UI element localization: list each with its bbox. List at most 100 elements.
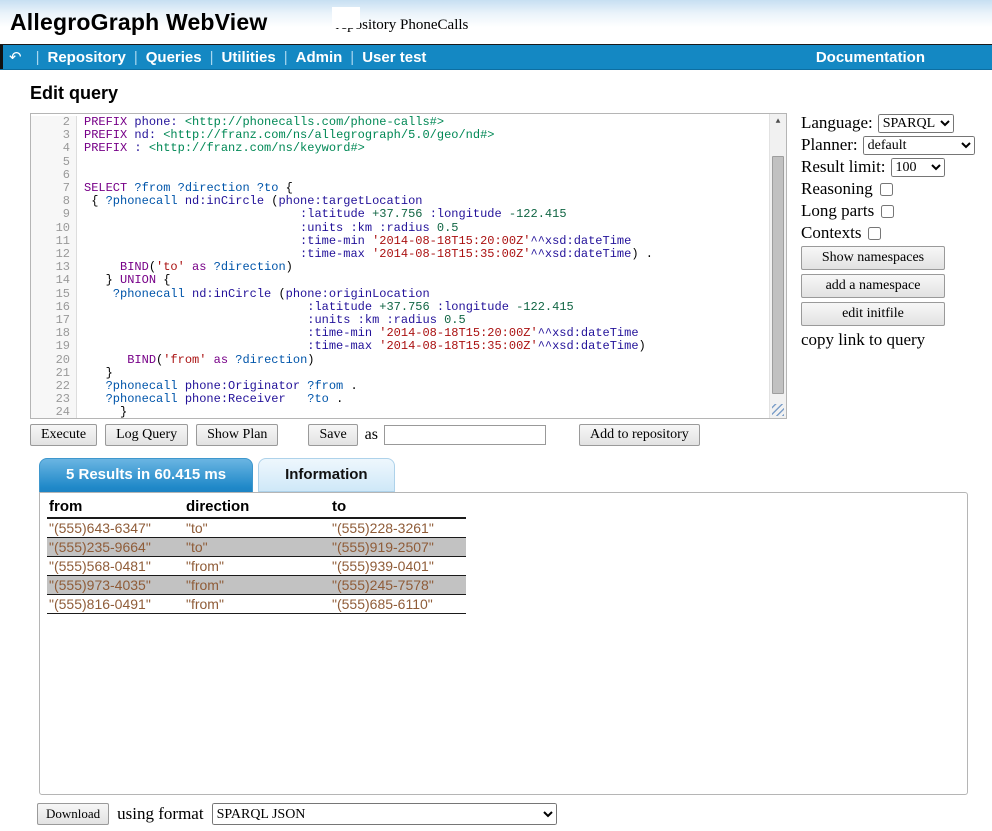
execute-button[interactable]: Execute — [30, 424, 97, 446]
table-cell: "(555)685-6110" — [330, 595, 466, 614]
show-plan-button[interactable]: Show Plan — [196, 424, 278, 446]
option-checkbox-contexts[interactable] — [868, 227, 881, 240]
download-row: Download using format SPARQL JSON — [37, 803, 968, 825]
line-number: 9 — [31, 208, 77, 221]
sidebar-buttons: Show namespaces add a namespace edit initf… — [801, 246, 975, 326]
result-limit-select[interactable]: 100 — [891, 158, 945, 177]
table-cell: "(555)919-2507" — [330, 538, 466, 557]
nav-separator: | — [36, 49, 40, 66]
editor-line: 4PREFIX : <http://franz.com/ns/keyword#> — [31, 142, 786, 155]
editor-lines: 2PREFIX phone: <http://phonecalls.com/ph… — [31, 114, 786, 419]
nav-item-user-test[interactable]: User test — [362, 49, 426, 66]
table-cell: "(555)643-6347" — [47, 518, 184, 538]
table-cell: "from" — [184, 595, 330, 614]
option-label-reasoning: Reasoning — [801, 179, 873, 199]
planner-select[interactable]: default — [863, 136, 975, 155]
line-number: 11 — [31, 235, 77, 248]
option-checkboxes: ReasoningLong partsContexts — [801, 179, 975, 243]
line-number: 23 — [31, 393, 77, 406]
table-row: "(555)643-6347""to""(555)228-3261" — [47, 518, 466, 538]
tab-information[interactable]: Information — [258, 458, 395, 492]
scrollbar-up-arrow-icon[interactable]: ▲ — [770, 114, 786, 129]
results-panel: fromdirectionto "(555)643-6347""to""(555… — [39, 492, 968, 795]
table-cell: "from" — [184, 557, 330, 576]
table-cell: "(555)816-0491" — [47, 595, 184, 614]
scrollbar-thumb[interactable] — [772, 156, 784, 394]
column-header-to: to — [330, 496, 466, 518]
add-to-repository-button[interactable]: Add to repository — [579, 424, 700, 446]
option-label-contexts: Contexts — [801, 223, 861, 243]
table-cell: "(555)939-0401" — [330, 557, 466, 576]
using-format-label: using format — [117, 804, 203, 824]
column-header-from: from — [47, 496, 184, 518]
line-number: 6 — [31, 169, 77, 182]
table-row: "(555)816-0491""from""(555)685-6110" — [47, 595, 466, 614]
query-options-sidebar: Language: SPARQL Planner: default Result… — [801, 113, 975, 446]
column-header-direction: direction — [184, 496, 330, 518]
nav-item-admin[interactable]: Admin — [296, 49, 343, 66]
save-button[interactable]: Save — [308, 424, 357, 446]
line-number: 10 — [31, 222, 77, 235]
table-cell: "to" — [184, 538, 330, 557]
app-header: AllegroGraph WebView repository PhoneCal… — [0, 0, 992, 44]
download-button[interactable]: Download — [37, 803, 109, 825]
line-number: 14 — [31, 274, 77, 287]
nav-item-documentation[interactable]: Documentation — [816, 49, 925, 66]
option-checkbox-long-parts[interactable] — [881, 205, 894, 218]
save-as-label: as — [365, 426, 378, 444]
results-header-row: fromdirectionto — [47, 496, 466, 518]
resize-grip-icon[interactable] — [772, 404, 784, 416]
results-table: fromdirectionto "(555)643-6347""to""(555… — [47, 496, 466, 614]
line-number: 16 — [31, 301, 77, 314]
result-limit-label: Result limit: — [801, 157, 886, 177]
table-row: "(555)568-0481""from""(555)939-0401" — [47, 557, 466, 576]
table-cell: "to" — [184, 518, 330, 538]
editor-line: 24 } — [31, 406, 786, 419]
copy-link-to-query-link[interactable]: copy link to query — [801, 330, 975, 350]
results-body: "(555)643-6347""to""(555)228-3261""(555)… — [47, 518, 466, 614]
line-number: 2 — [31, 116, 77, 129]
main-content: Edit query 2PREFIX phone: <http://phonec… — [0, 83, 992, 825]
option-checkbox-reasoning[interactable] — [880, 183, 893, 196]
results-tabs: 5 Results in 60.415 ms Information — [39, 458, 968, 492]
app-title: AllegroGraph WebView — [10, 9, 267, 36]
save-name-input[interactable] — [384, 425, 546, 445]
table-cell: "from" — [184, 576, 330, 595]
query-actions: Execute Log Query Show Plan Save as Add … — [30, 424, 787, 446]
language-label: Language: — [801, 113, 873, 133]
table-cell: "(555)235-9664" — [47, 538, 184, 557]
editor-line: 23 ?phonecall phone:Receiver ?to . — [31, 393, 786, 406]
table-cell: "(555)245-7578" — [330, 576, 466, 595]
back-arrow-icon[interactable]: ↶ — [9, 48, 22, 66]
planner-label: Planner: — [801, 135, 858, 155]
nav-item-utilities[interactable]: Utilities — [222, 49, 276, 66]
line-number: 12 — [31, 248, 77, 261]
add-a-namespace-button[interactable]: add a namespace — [801, 274, 945, 298]
nav-separator: | — [284, 49, 288, 66]
table-row: "(555)235-9664""to""(555)919-2507" — [47, 538, 466, 557]
show-namespaces-button[interactable]: Show namespaces — [801, 246, 945, 270]
line-number: 4 — [31, 142, 77, 155]
page-title: Edit query — [30, 83, 968, 104]
tab-results[interactable]: 5 Results in 60.415 ms — [39, 458, 253, 492]
nav-separator: | — [134, 49, 138, 66]
line-number: 24 — [31, 406, 77, 419]
line-number: 3 — [31, 129, 77, 142]
edit-initfile-button[interactable]: edit initfile — [801, 302, 945, 326]
editor-scrollbar[interactable]: ▲ — [769, 114, 786, 418]
table-cell: "(555)568-0481" — [47, 557, 184, 576]
nav-item-queries[interactable]: Queries — [146, 49, 202, 66]
language-select[interactable]: SPARQL — [878, 114, 954, 133]
header-blank-box — [332, 7, 360, 28]
line-number: 5 — [31, 156, 77, 169]
table-cell: "(555)228-3261" — [330, 518, 466, 538]
nav-left-edge — [0, 45, 3, 69]
nav-separator: | — [350, 49, 354, 66]
line-number: 21 — [31, 367, 77, 380]
nav-items: Repository|Queries|Utilities|Admin|User … — [47, 49, 426, 66]
query-editor[interactable]: 2PREFIX phone: <http://phonecalls.com/ph… — [30, 113, 787, 419]
editor-line: 20 BIND('from' as ?direction) — [31, 354, 786, 367]
format-select[interactable]: SPARQL JSON — [212, 803, 557, 825]
nav-item-repository[interactable]: Repository — [47, 49, 125, 66]
log-query-button[interactable]: Log Query — [105, 424, 188, 446]
